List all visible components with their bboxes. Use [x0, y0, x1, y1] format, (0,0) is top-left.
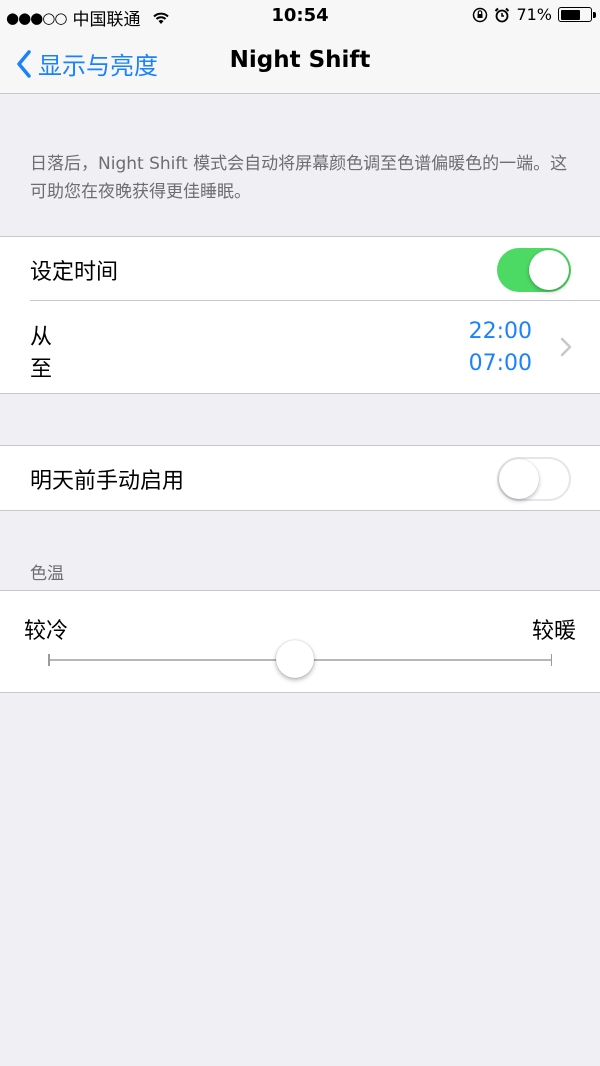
status-right: 71% [472, 5, 596, 24]
cooler-label: 较冷 [24, 619, 69, 644]
navigation-bar: 显示与亮度 Night Shift [0, 32, 600, 94]
color-temperature-group: 较冷 较暖 [0, 590, 600, 693]
warmer-label: 较暖 [531, 619, 576, 644]
manual-enable-group: 明天前手动启用 [0, 445, 600, 511]
to-time: 07:00 [468, 351, 532, 376]
orientation-lock-icon [473, 7, 488, 22]
battery-level-fill [560, 9, 581, 20]
scheduled-label: 设定时间 [30, 260, 119, 285]
manual-enable-toggle[interactable] [497, 457, 571, 501]
from-label: 从 [30, 325, 53, 350]
scheduled-row: 设定时间 [0, 237, 600, 301]
slider-thumb[interactable] [275, 640, 314, 678]
color-temperature-header: 色温 [30, 564, 64, 584]
toggle-knob [529, 250, 569, 290]
slider-max-cap [550, 654, 552, 666]
from-time: 22:00 [468, 319, 532, 344]
alarm-icon [495, 7, 510, 22]
slider-min-cap [48, 654, 50, 666]
back-button-label: 显示与亮度 [38, 52, 158, 80]
to-label: 至 [30, 357, 53, 382]
schedule-group: 设定时间 从 至 22:00 07:00 [0, 236, 600, 394]
toggle-knob [499, 459, 539, 499]
manual-enable-label: 明天前手动启用 [30, 469, 185, 494]
back-button[interactable]: 显示与亮度 [16, 46, 158, 81]
scheduled-toggle[interactable] [497, 248, 571, 292]
night-shift-description: 日落后，Night Shift 模式会自动将屏幕颜色调至色谱偏暖色的一端。这可助… [30, 154, 568, 202]
status-bar: ●●●○○ 中国联通 10:54 71% [0, 0, 600, 32]
chevron-right-icon [560, 337, 572, 357]
manual-enable-row: 明天前手动启用 [0, 446, 600, 510]
chevron-left-icon [17, 49, 31, 78]
schedule-time-row[interactable]: 从 至 22:00 07:00 [0, 301, 600, 393]
color-temperature-slider[interactable] [48, 640, 552, 678]
battery-percent: 71% [516, 5, 552, 24]
battery-icon [558, 7, 596, 22]
color-temperature-row: 较冷 较暖 [0, 591, 600, 692]
